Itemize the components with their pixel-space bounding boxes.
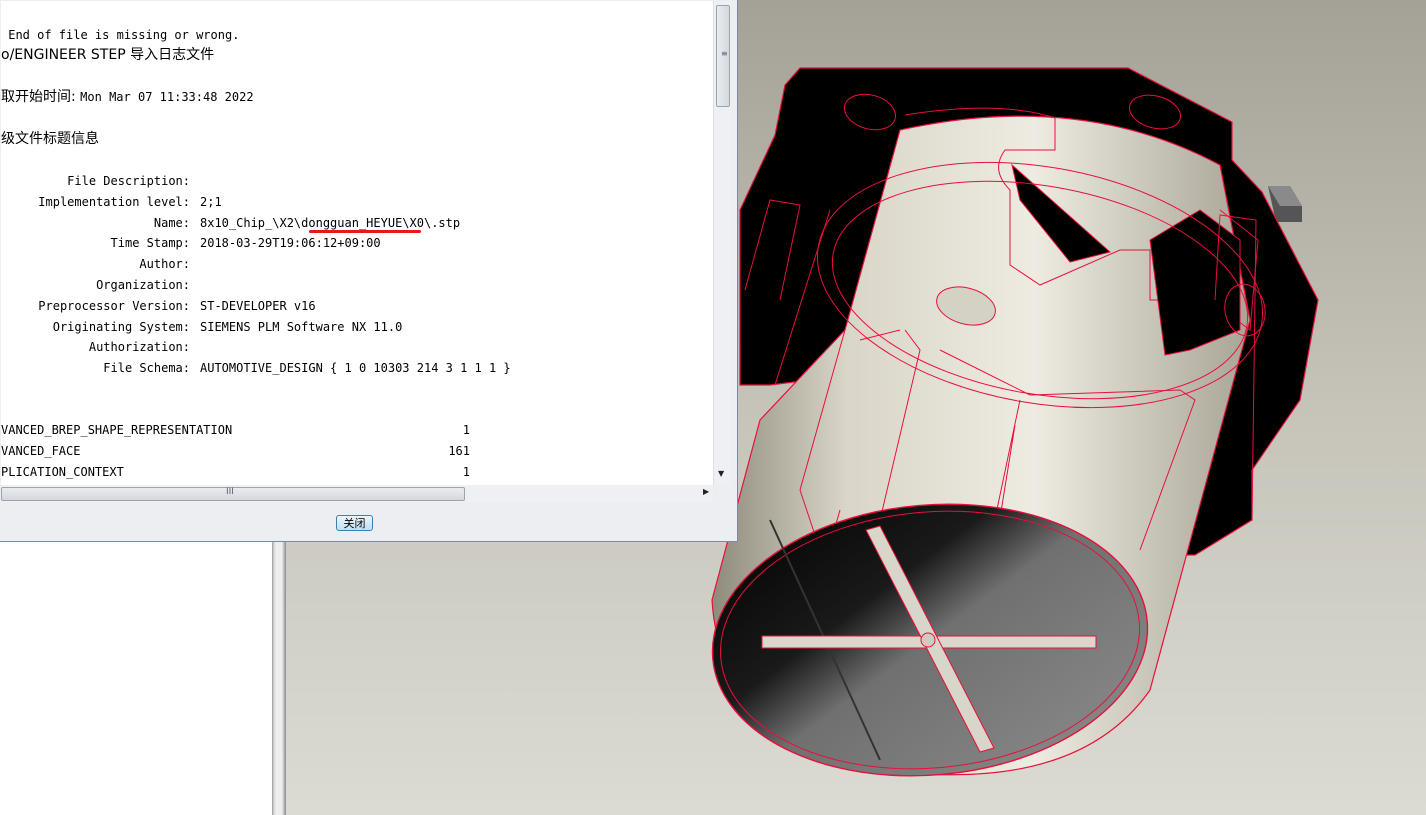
log-line-title: o/ENGINEER STEP 导入日志文件 (1, 47, 215, 63)
grip-icon: ≡ (721, 49, 728, 58)
start-time-label: 取开始时间: (1, 89, 81, 105)
entity-count: 1 (462, 465, 470, 479)
entity-name: PLICATION_CONTEXT (1, 465, 124, 479)
header-field-value: AUTOMOTIVE_DESIGN { 1 0 10303 214 3 1 1 … (200, 361, 511, 376)
log-line-eof: End of file is missing or wrong. (1, 28, 240, 42)
entity-count: 161 (448, 444, 470, 458)
grip-icon: III (226, 487, 234, 497)
scroll-down-arrow-icon[interactable]: ▼ (718, 469, 724, 478)
header-field-label: File Description: (67, 174, 190, 188)
header-field-label: Authorization: (88, 340, 190, 355)
horizontal-scroll-thumb[interactable]: III (1, 487, 465, 501)
vertical-scroll-thumb[interactable]: ≡ (716, 5, 730, 107)
header-field-label: Author: (139, 257, 190, 272)
scroll-right-arrow-icon[interactable]: ▶ (703, 487, 709, 496)
header-field-label: Preprocessor Version: (38, 298, 190, 313)
header-field-label: Originating System: (52, 319, 190, 334)
horizontal-scrollbar[interactable]: III ▶ (1, 485, 713, 502)
entity-name: VANCED_FACE (1, 444, 81, 458)
header-field-label: Name: (153, 215, 190, 230)
close-button[interactable]: 关闭 (336, 515, 373, 531)
start-time-value: Mon Mar 07 11:33:48 2022 (80, 90, 254, 104)
header-field-value: 2018-03-29T19:06:12+09:00 (200, 236, 381, 251)
header-field-label: Time Stamp: (110, 236, 190, 251)
header-field-label: Organization: (96, 278, 190, 292)
vertical-scrollbar[interactable]: ≡ ▼ (713, 1, 731, 485)
model-tree-panel (0, 538, 273, 815)
log-line-start-time: 取开始时间: Mon Mar 07 11:33:48 2022 (1, 90, 254, 104)
log-text-area[interactable]: End of file is missing or wrong. o/ENGIN… (1, 1, 713, 485)
panel-splitter[interactable] (272, 538, 286, 815)
name-highlight-underline (309, 230, 421, 233)
header-field-value: SIEMENS PLM Software NX 11.0 (200, 319, 403, 334)
import-log-dialog: End of file is missing or wrong. o/ENGIN… (0, 0, 738, 542)
log-line-header-info: 级文件标题信息 (1, 131, 99, 147)
header-field-value: 2;1 (200, 194, 222, 209)
header-field-value: 8x10_Chip_\X2\dongguan_HEYUE\X0\.stp (200, 215, 461, 230)
header-field-label: Implementation level: (38, 194, 190, 209)
entity-count: 1 (462, 423, 470, 437)
header-field-label: File Schema: (103, 361, 190, 376)
entity-name: VANCED_BREP_SHAPE_REPRESENTATION (1, 423, 233, 437)
header-field-value: ST-DEVELOPER v16 (200, 298, 316, 313)
